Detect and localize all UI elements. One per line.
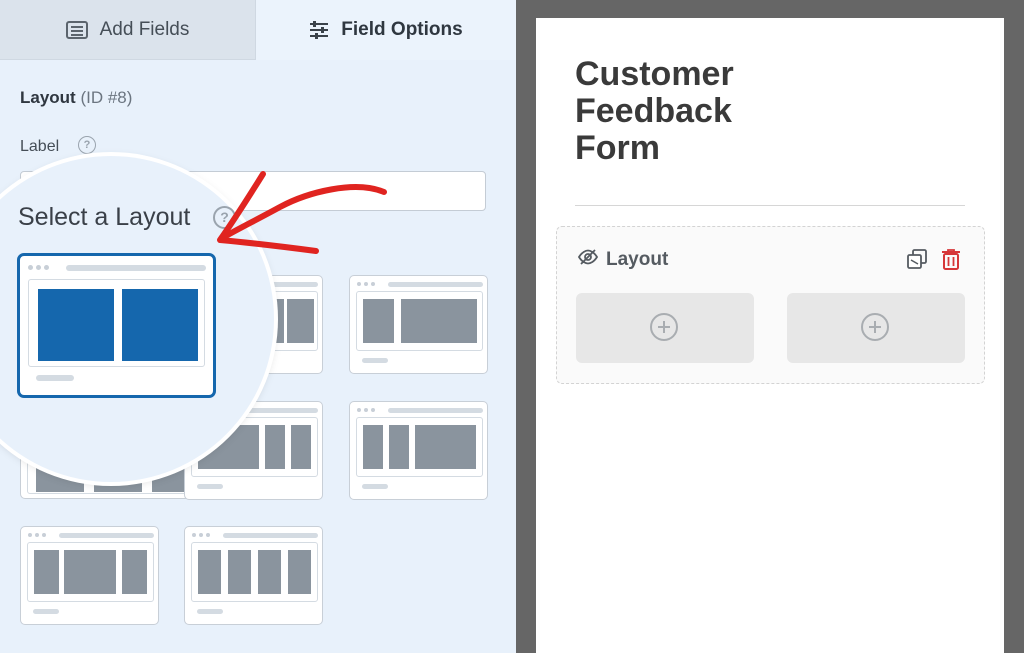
window-dots: [28, 265, 56, 271]
duplicate-icon[interactable]: [906, 248, 928, 275]
layout-preview: [28, 279, 205, 367]
tab-add-fields[interactable]: Add Fields: [0, 0, 256, 60]
form-title-line: Customer: [575, 55, 734, 93]
divider: [575, 205, 965, 206]
layout-column: [363, 299, 394, 343]
layout-option-thumbnail[interactable]: [349, 275, 488, 374]
trash-icon[interactable]: [941, 248, 961, 275]
field-title: Layout (ID #8): [20, 88, 132, 108]
plus-circle-icon[interactable]: [861, 313, 889, 341]
form-title-line: Form: [575, 129, 660, 167]
layout-option-thumbnail[interactable]: [349, 401, 488, 500]
sliders-icon: [309, 21, 329, 39]
layout-column: [401, 299, 477, 343]
layout-preview: [356, 417, 483, 477]
layout-column: [122, 289, 198, 361]
layout-column: [389, 425, 409, 469]
layout-column: [265, 425, 285, 469]
layout-column: [198, 550, 221, 594]
tab-field-options-label: Field Options: [341, 19, 463, 40]
label-heading: Label: [20, 138, 60, 155]
footer-line: [197, 484, 223, 489]
tab-field-options[interactable]: Field Options: [256, 0, 516, 60]
field-id: (ID #8): [80, 88, 133, 107]
layout-preview: [356, 291, 483, 351]
address-bar: [388, 282, 483, 287]
footer-line: [36, 375, 74, 381]
footer-line: [197, 609, 223, 614]
layout-column: [258, 550, 281, 594]
layout-field-label-text: Layout: [606, 249, 669, 270]
layout-column: [228, 550, 251, 594]
footer-line: [33, 609, 59, 614]
footer-line: [362, 358, 388, 363]
layout-column: [64, 550, 116, 594]
eye-slash-icon: [577, 249, 599, 271]
footer-line: [362, 484, 388, 489]
field-options-panel: Add Fields Field Options Layout (ID #8) …: [0, 0, 516, 653]
form-title-line: Feedback: [575, 92, 732, 130]
layout-preview: [27, 542, 154, 602]
layout-column: [291, 425, 311, 469]
window-dots: [192, 533, 216, 539]
address-bar: [223, 533, 318, 538]
layout-option-selected[interactable]: [17, 253, 216, 398]
list-icon: [65, 20, 88, 39]
plus-circle-icon[interactable]: [650, 313, 678, 341]
layout-option-thumbnail[interactable]: [184, 526, 323, 625]
select-layout-heading: Select a Layout: [18, 203, 191, 231]
layout-field-label: Layout: [577, 249, 669, 271]
red-arrow: [217, 171, 387, 254]
layout-column: [34, 550, 59, 594]
window-dots: [357, 408, 381, 414]
window-dots: [28, 533, 52, 539]
layout-column: [288, 550, 311, 594]
layout-column-dropzone[interactable]: [787, 293, 965, 363]
tab-add-fields-label: Add Fields: [99, 18, 190, 40]
help-icon[interactable]: ?: [78, 136, 96, 154]
layout-column: [38, 289, 114, 361]
window-dots: [357, 282, 381, 288]
layout-option-thumbnail[interactable]: [20, 526, 159, 625]
layout-column: [415, 425, 476, 469]
form-title: Customer Feedback Form: [575, 56, 875, 167]
layout-preview: [191, 542, 318, 602]
layout-column-dropzone[interactable]: [576, 293, 754, 363]
address-bar: [388, 408, 483, 413]
layout-column: [363, 425, 383, 469]
address-bar: [59, 533, 154, 538]
layout-column: [122, 550, 147, 594]
layout-column: [287, 299, 314, 343]
field-title-text: Layout: [20, 88, 76, 107]
